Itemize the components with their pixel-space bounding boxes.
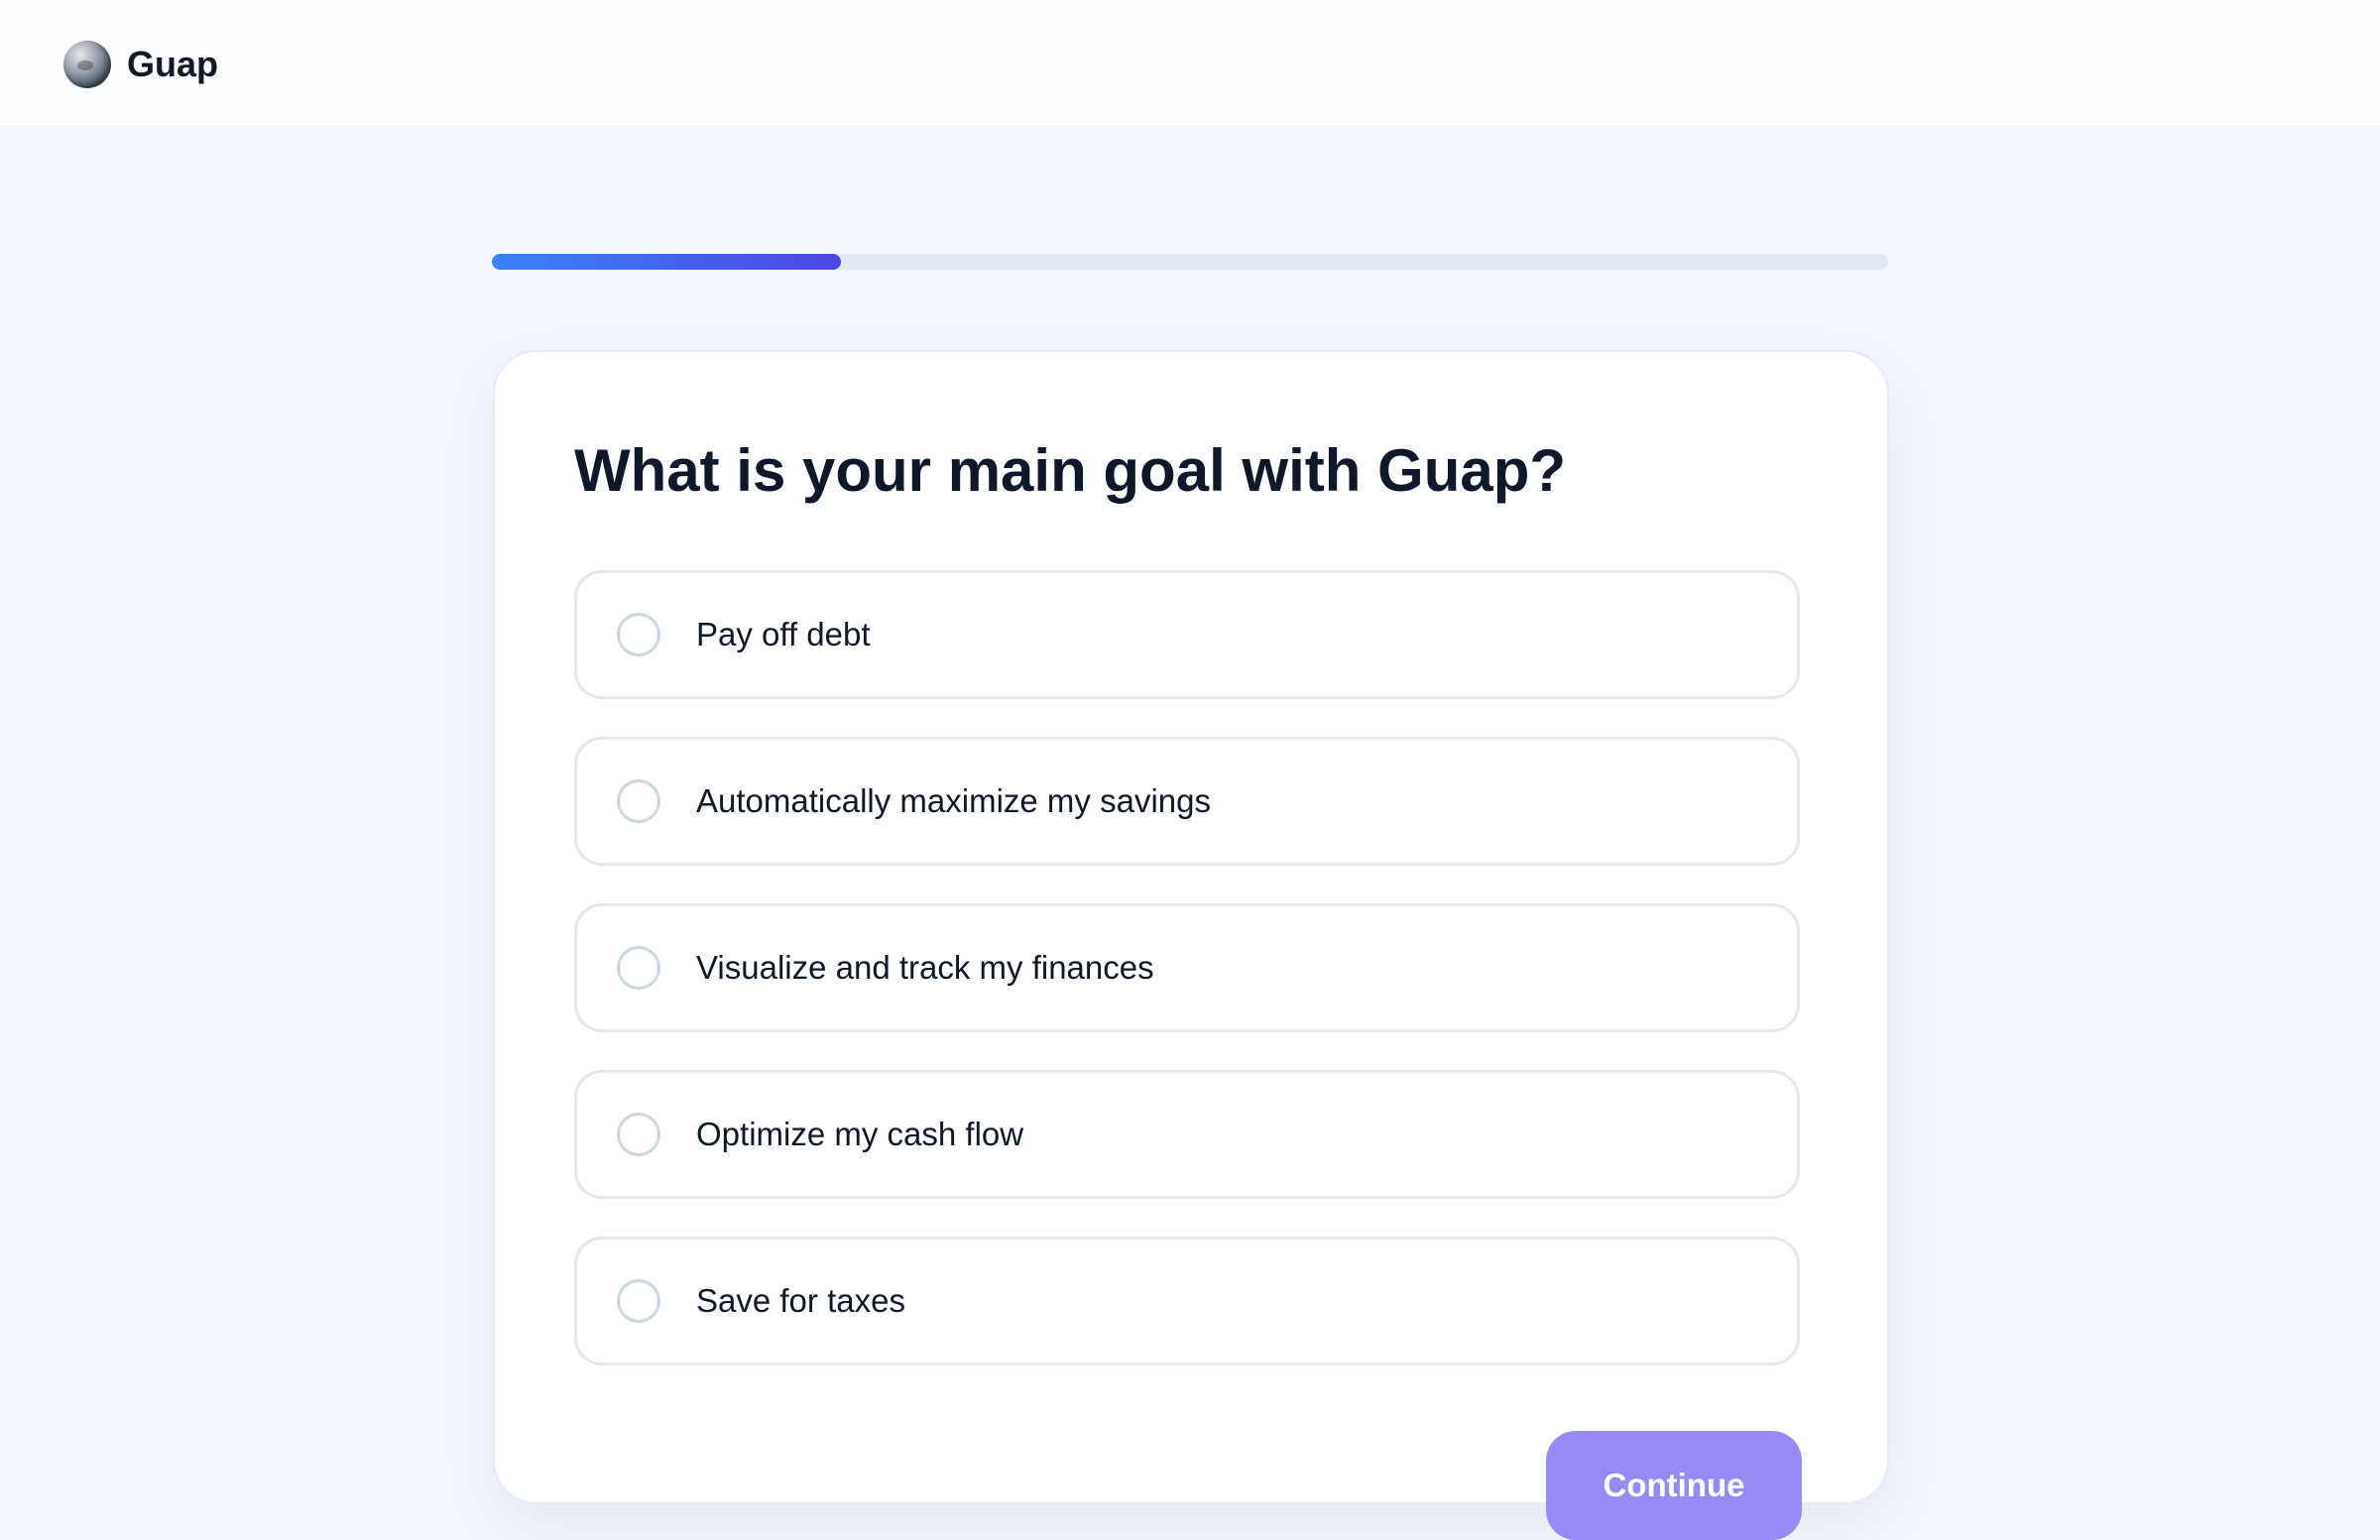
option-label: Automatically maximize my savings (696, 782, 1211, 819)
brand-name[interactable]: Guap (127, 41, 218, 88)
radio-icon[interactable] (617, 779, 660, 823)
radio-icon[interactable] (617, 613, 660, 656)
option-label: Optimize my cash flow (696, 1116, 1024, 1152)
globe-logo-icon[interactable] (63, 41, 111, 88)
option-save-for-taxes[interactable]: Save for taxes (574, 1237, 1800, 1365)
progress-bar (492, 254, 1888, 270)
option-label: Visualize and track my finances (696, 949, 1154, 986)
option-pay-off-debt[interactable]: Pay off debt (574, 570, 1800, 699)
radio-icon[interactable] (617, 946, 660, 990)
option-optimize-cash-flow[interactable]: Optimize my cash flow (574, 1070, 1800, 1199)
radio-icon[interactable] (617, 1113, 660, 1156)
progress-fill (492, 254, 841, 270)
question-card: What is your main goal with Guap? Pay of… (493, 350, 1889, 1540)
option-label: Pay off debt (696, 616, 871, 652)
option-label: Save for taxes (696, 1282, 905, 1319)
question-title: What is your main goal with Guap? (574, 437, 1567, 504)
top-bar: Guap (0, 0, 2380, 126)
option-track-finances[interactable]: Visualize and track my finances (574, 903, 1800, 1032)
option-maximize-savings[interactable]: Automatically maximize my savings (574, 737, 1800, 866)
radio-icon[interactable] (617, 1279, 660, 1323)
continue-button[interactable]: Continue (1546, 1431, 1802, 1540)
